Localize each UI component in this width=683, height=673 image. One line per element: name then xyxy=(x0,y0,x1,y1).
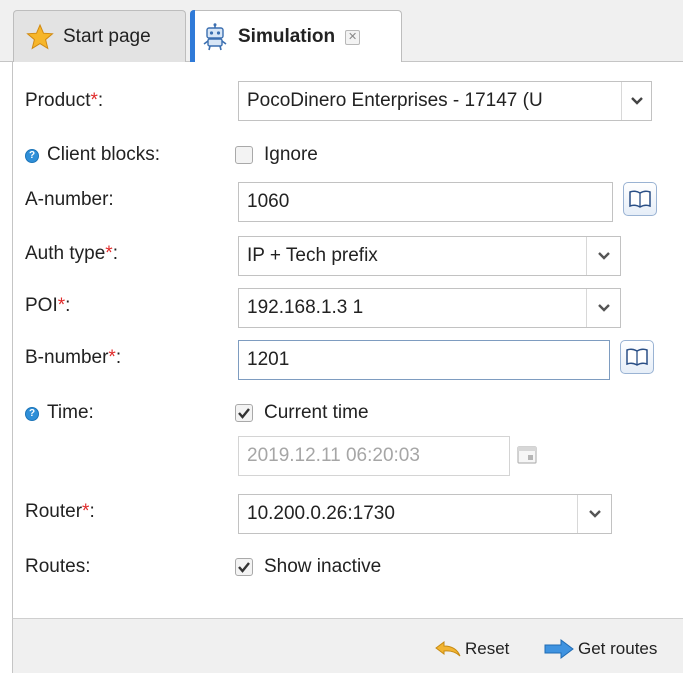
show-inactive-label: Show inactive xyxy=(264,556,382,577)
reset-button[interactable]: Reset xyxy=(434,639,509,659)
required-mark: * xyxy=(108,347,116,368)
close-tab-button[interactable]: ✕ xyxy=(345,29,361,45)
show-inactive-checkbox-group[interactable]: Show inactive xyxy=(235,556,381,578)
poi-value: 192.168.1.3 1 xyxy=(247,297,364,318)
current-time-checkbox-group[interactable]: Current time xyxy=(235,402,369,424)
calendar-icon xyxy=(515,443,539,467)
current-time-label: Current time xyxy=(264,402,369,423)
datetime-value: 2019.12.11 06:20:03 xyxy=(247,445,420,466)
tab-start-page-label: Start page xyxy=(63,25,151,47)
current-time-checkbox[interactable] xyxy=(235,404,253,422)
b-number-input[interactable]: 1201 xyxy=(238,340,610,380)
a-number-input[interactable]: 1060 xyxy=(238,182,613,222)
auth-type-label: Auth type*: xyxy=(25,243,118,264)
required-mark: * xyxy=(90,90,98,111)
chevron-down-icon[interactable] xyxy=(586,237,620,275)
star-icon xyxy=(26,23,54,51)
ignore-checkbox-group[interactable]: Ignore xyxy=(235,144,318,166)
a-number-label: A-number: xyxy=(25,189,114,210)
product-label: Product*: xyxy=(25,90,104,111)
time-label: ? Time: xyxy=(25,402,94,424)
get-routes-button[interactable]: Get routes xyxy=(543,639,657,659)
checkmark-icon xyxy=(238,562,250,573)
poi-select[interactable]: 192.168.1.3 1 xyxy=(238,288,621,328)
reset-label: Reset xyxy=(465,639,510,658)
show-inactive-checkbox[interactable] xyxy=(235,558,253,576)
required-mark: * xyxy=(105,243,113,264)
router-value: 10.200.0.26:1730 xyxy=(247,503,395,524)
product-select[interactable]: PocoDinero Enterprises - 17147 (U xyxy=(238,81,652,121)
b-number-label: B-number*: xyxy=(25,347,122,368)
chevron-down-icon[interactable] xyxy=(577,495,611,533)
help-icon[interactable]: ? xyxy=(25,148,39,163)
simulation-form: Product*: PocoDinero Enterprises - 17147… xyxy=(12,62,683,618)
tab-bar: Start page Simulation ✕ xyxy=(0,0,683,63)
checkmark-icon xyxy=(238,408,250,419)
b-number-value: 1201 xyxy=(247,349,290,370)
product-value: PocoDinero Enterprises - 17147 (U xyxy=(247,90,543,111)
help-icon[interactable]: ? xyxy=(25,406,39,421)
tab-simulation[interactable]: Simulation ✕ xyxy=(190,10,402,63)
client-blocks-label: ? Client blocks: xyxy=(25,144,160,166)
robot-icon xyxy=(201,23,229,51)
routes-label: Routes: xyxy=(25,556,91,577)
datetime-input: 2019.12.11 06:20:03 xyxy=(238,436,510,476)
chevron-down-icon[interactable] xyxy=(621,82,651,120)
forward-arrow-icon xyxy=(543,639,575,659)
router-label: Router*: xyxy=(25,501,95,522)
auth-type-value: IP + Tech prefix xyxy=(247,245,378,266)
a-number-book-icon[interactable] xyxy=(623,182,657,216)
poi-label: POI*: xyxy=(25,295,71,316)
router-select[interactable]: 10.200.0.26:1730 xyxy=(238,494,612,534)
ignore-checkbox[interactable] xyxy=(235,146,253,164)
get-routes-label: Get routes xyxy=(578,639,658,658)
ignore-checkbox-label: Ignore xyxy=(264,144,318,165)
auth-type-select[interactable]: IP + Tech prefix xyxy=(238,236,621,276)
undo-arrow-icon xyxy=(434,640,462,658)
chevron-down-icon[interactable] xyxy=(586,289,620,327)
a-number-value: 1060 xyxy=(247,191,290,212)
bottom-toolbar: Reset Get routes xyxy=(12,618,683,673)
b-number-book-icon[interactable] xyxy=(620,340,654,374)
tab-start-page[interactable]: Start page xyxy=(13,10,186,62)
tab-simulation-label: Simulation xyxy=(238,26,336,47)
